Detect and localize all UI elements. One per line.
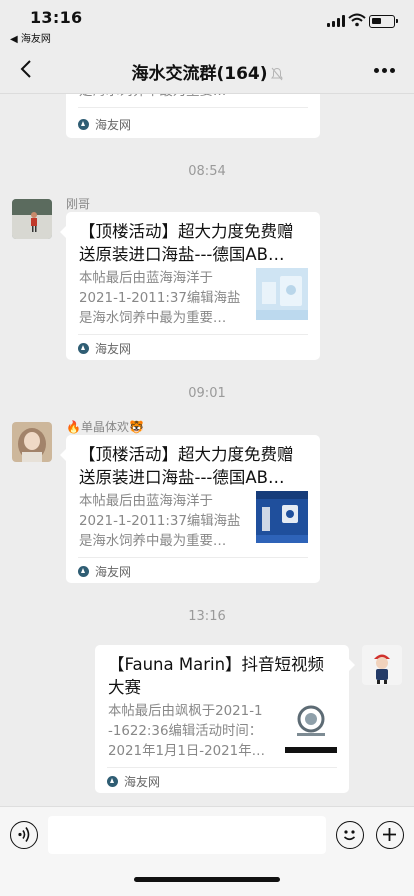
link-card-self[interactable]: 【Fauna Marin】抖音短视频 大赛 本帖最后由飒枫于2021-1 -16…: [95, 645, 355, 793]
voice-icon[interactable]: [10, 821, 38, 849]
card-desc-line1: 本帖最后由蓝海海洋于: [79, 494, 213, 509]
source-logo-icon: [78, 342, 89, 354]
card-divider: [78, 557, 308, 558]
timestamp: 13:16: [188, 609, 226, 624]
avatar[interactable]: [12, 422, 52, 462]
source-logo-icon: [78, 565, 89, 577]
sender-name: 🔥单晶体欢🐯: [66, 420, 144, 434]
source-name: 海友网: [124, 774, 161, 789]
timestamp: 09:01: [188, 386, 226, 401]
card-title-line1: 【Fauna Marin】抖音短视频: [108, 655, 325, 674]
message-input[interactable]: [48, 816, 326, 854]
card-thumbnail: [285, 701, 337, 753]
card-title-line1: 【顶楼活动】超大力度免费赠: [79, 445, 294, 464]
battery-icon: [369, 15, 398, 28]
status-time: 13:16: [30, 8, 83, 27]
link-card[interactable]: 【顶楼活动】超大力度免费赠 送原装进口海盐---德国AB… 本帖最后由蓝海海洋于…: [60, 435, 320, 583]
card-source: 海友网: [107, 772, 160, 790]
source-name: 海友网: [95, 564, 132, 579]
card-source: 海友网: [78, 339, 131, 357]
source-logo-icon: [107, 775, 118, 787]
card-desc-line2: -1622:36编辑活动时间：: [108, 724, 263, 739]
timestamp: 08:54: [188, 164, 226, 179]
avatar[interactable]: [12, 199, 52, 239]
card-desc-line2: 2021-1-2011:37编辑海盐: [79, 291, 241, 306]
card-desc-line3: 是海水饲养中最为重要…: [79, 534, 227, 549]
source-logo-icon: [78, 118, 89, 130]
card-desc-line1: 本帖最后由蓝海海洋于: [79, 271, 213, 286]
card-title-line1: 【顶楼活动】超大力度免费赠: [79, 222, 294, 241]
card-title-line2: 大赛: [108, 678, 141, 697]
card-desc-line3: 2021年1月1日-2021年…: [108, 744, 265, 759]
card-description: 是海水饲养中最为重要…: [79, 94, 251, 103]
sender-name: 刚哥: [66, 197, 91, 211]
source-name: 海友网: [95, 341, 132, 356]
card-thumbnail: [256, 491, 308, 543]
card-divider: [78, 107, 308, 108]
card-title-line2: 送原装进口海盐---德国AB…: [79, 245, 285, 264]
home-indicator[interactable]: [134, 877, 280, 882]
card-divider: [78, 334, 308, 335]
card-divider: [107, 767, 337, 768]
card-source: 海友网: [78, 562, 131, 580]
nav-bar: 海水交流群(164): [0, 46, 414, 94]
bell-muted-icon: [270, 67, 283, 81]
card-desc-line2: 2021-1-2011:37编辑海盐: [79, 514, 241, 529]
wifi-icon: [348, 13, 366, 27]
source-name: 海友网: [95, 117, 132, 132]
group-name: 海水交流群(164): [131, 64, 268, 84]
plus-icon[interactable]: [376, 821, 404, 849]
my-avatar[interactable]: [362, 645, 402, 685]
chat-title: 海水交流群(164): [0, 59, 414, 84]
card-desc-line3: 是海水饲养中最为重要…: [79, 311, 227, 326]
signal-icon: [327, 15, 345, 27]
card-source: 海友网: [78, 115, 131, 133]
card-thumbnail: [256, 268, 308, 320]
back-to-app-link[interactable]: ◀ 海友网: [10, 30, 51, 45]
input-bar: [0, 806, 414, 896]
more-dots-icon[interactable]: [374, 68, 396, 74]
card-desc-line1: 本帖最后由飒枫于2021-1: [108, 704, 263, 719]
emoji-icon[interactable]: [336, 821, 364, 849]
status-bar: 13:16 ◀ 海友网: [0, 0, 414, 46]
card-title-line2: 送原装进口海盐---德国AB…: [79, 468, 285, 487]
link-card[interactable]: 【顶楼活动】超大力度免费赠 送原装进口海盐---德国AB… 本帖最后由蓝海海洋于…: [60, 212, 320, 360]
link-card-partial[interactable]: 是海水饲养中最为重要… 海友网: [66, 94, 320, 138]
chat-area[interactable]: 是海水饲养中最为重要… 海友网 08:54 刚哥 【顶楼活动】超大力度免费赠 送…: [0, 94, 414, 806]
